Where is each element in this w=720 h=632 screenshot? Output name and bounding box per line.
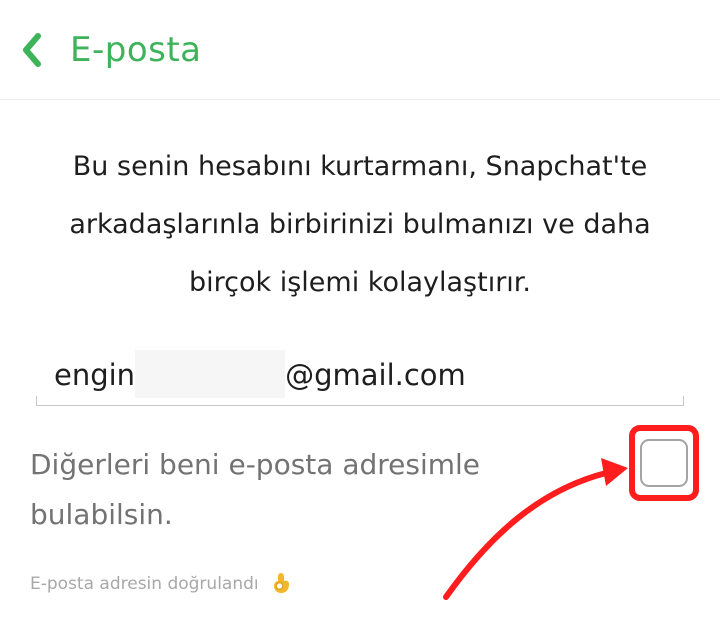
verified-status: E-posta adresin doğrulandı	[30, 570, 292, 598]
annotation-arrow	[443, 458, 628, 600]
ok-hand-icon	[274, 573, 290, 593]
verified-text: E-posta adresin doğrulandı	[30, 574, 259, 594]
